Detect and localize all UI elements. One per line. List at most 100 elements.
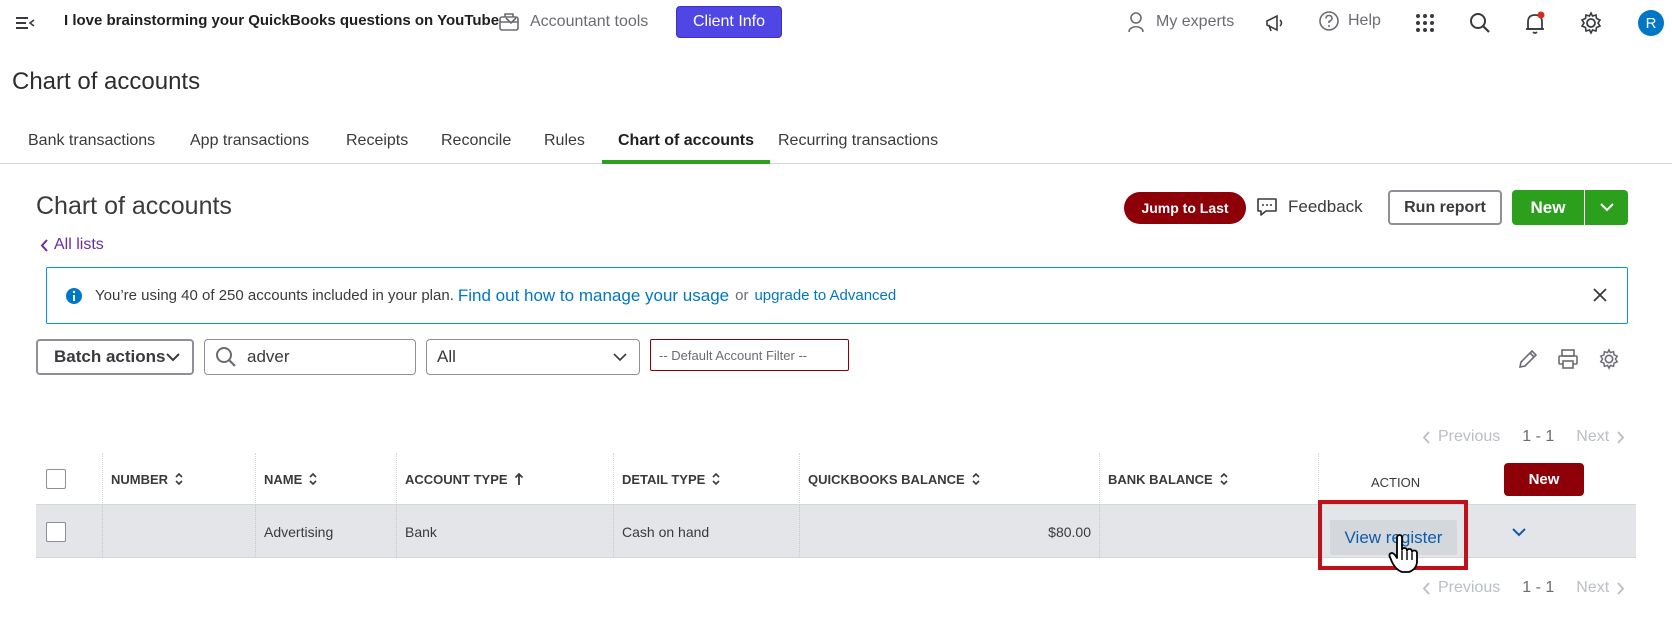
notifications-bell-icon[interactable] — [1522, 10, 1548, 36]
chevron-down-icon — [1599, 203, 1614, 212]
search-input[interactable] — [247, 347, 397, 367]
company-switcher[interactable]: I love brainstorming your QuickBooks que… — [64, 12, 517, 29]
previous-page-button[interactable]: Previous — [1438, 579, 1500, 597]
select-all-header — [36, 453, 102, 505]
run-report-button[interactable]: Run report — [1388, 190, 1502, 225]
header-account-type-label: ACCOUNT TYPE — [405, 471, 508, 487]
cell-bank-balance — [1099, 505, 1318, 558]
tab-receipts[interactable]: Receipts — [346, 132, 408, 164]
page-count: 1 - 1 — [1522, 579, 1555, 596]
tab-app-transactions[interactable]: App transactions — [190, 132, 309, 164]
default-account-filter[interactable]: -- Default Account Filter -- — [650, 339, 849, 371]
all-lists-link[interactable]: All lists — [40, 236, 104, 254]
help-label: Help — [1348, 12, 1381, 29]
new-dropdown-button[interactable] — [1585, 190, 1628, 225]
action-chevron-down-icon[interactable] — [1511, 527, 1527, 537]
tab-reconcile[interactable]: Reconcile — [441, 132, 511, 164]
chevron-left-icon — [1422, 581, 1430, 595]
header-number[interactable]: NUMBER — [102, 453, 255, 505]
jump-to-last-button[interactable]: Jump to Last — [1124, 192, 1246, 224]
client-info-button[interactable]: Client Info — [676, 6, 782, 38]
batch-actions-dropdown[interactable]: Batch actions — [36, 339, 194, 375]
accountant-tools-label: Accountant tools — [530, 13, 649, 30]
feedback-button[interactable]: Feedback — [1256, 196, 1363, 218]
accountant-tools-button[interactable]: Accountant tools — [498, 12, 648, 32]
banner-or-text: or — [735, 287, 749, 304]
tab-chart-of-accounts[interactable]: Chart of accounts — [602, 132, 771, 164]
table-settings-gear-icon[interactable] — [1596, 346, 1622, 372]
batch-actions-label: Batch actions — [54, 347, 166, 366]
tab-rules[interactable]: Rules — [544, 132, 585, 164]
my-experts-label: My experts — [1156, 13, 1235, 30]
header-account-type[interactable]: ACCOUNT TYPE — [396, 453, 613, 505]
chevron-down-icon — [166, 352, 180, 361]
sort-ascending-icon — [514, 472, 523, 485]
header-name-label: NAME — [264, 471, 303, 487]
previous-page-button[interactable]: Previous — [1438, 428, 1500, 446]
sort-icon — [1220, 472, 1228, 486]
search-icon — [216, 347, 236, 367]
my-experts-button[interactable]: My experts — [1126, 11, 1234, 33]
cell-detail-type: Cash on hand — [613, 505, 799, 558]
header-qb-balance-label: QUICKBOOKS BALANCE — [808, 471, 965, 487]
cell-number — [102, 505, 255, 558]
table-new-button[interactable]: New — [1504, 463, 1584, 496]
tab-recurring-transactions[interactable]: Recurring transactions — [778, 132, 938, 164]
account-type-select[interactable]: All — [426, 339, 640, 375]
tab-bar: Bank transactions App transactions Recei… — [0, 126, 1672, 164]
account-type-select-value: All — [437, 347, 456, 366]
next-page-button[interactable]: Next — [1576, 579, 1609, 597]
help-icon — [1319, 11, 1339, 31]
section-title: Chart of accounts — [36, 192, 232, 220]
edit-pencil-icon[interactable] — [1515, 346, 1541, 372]
pager-top: Previous 1 - 1 Next — [1422, 428, 1625, 446]
pager-bottom: Previous 1 - 1 Next — [1422, 579, 1625, 597]
chevron-down-icon — [613, 352, 627, 361]
megaphone-icon[interactable] — [1262, 10, 1288, 36]
page-count: 1 - 1 — [1522, 428, 1555, 445]
chevron-right-icon — [1617, 581, 1625, 595]
next-page-button[interactable]: Next — [1576, 428, 1609, 446]
apps-grid-icon[interactable] — [1412, 10, 1438, 36]
header-bank-balance[interactable]: BANK BALANCE — [1099, 453, 1318, 505]
info-icon — [66, 287, 82, 304]
row-checkbox[interactable] — [46, 521, 66, 542]
briefcase-icon — [499, 13, 519, 31]
usage-info-banner: You’re using 40 of 250 accounts included… — [46, 267, 1628, 324]
sort-icon — [972, 472, 980, 486]
settings-gear-icon[interactable] — [1578, 10, 1604, 36]
header-quickbooks-balance[interactable]: QUICKBOOKS BALANCE — [799, 453, 1099, 505]
tab-bank-transactions[interactable]: Bank transactions — [28, 132, 155, 164]
header-detail-type-label: DETAIL TYPE — [622, 471, 706, 487]
header-name[interactable]: NAME — [255, 453, 396, 505]
header-action-label: ACTION — [1371, 474, 1421, 490]
table-header: NUMBER NAME ACCOUNT TYPE DETAIL TYPE QUI… — [36, 453, 1636, 505]
banner-text: You’re using 40 of 250 accounts included… — [95, 287, 454, 304]
feedback-chat-icon — [1257, 198, 1277, 216]
cell-quickbooks-balance: $80.00 — [799, 505, 1099, 558]
page-title: Chart of accounts — [12, 68, 201, 95]
top-bar: I love brainstorming your QuickBooks que… — [0, 0, 1672, 44]
close-icon[interactable] — [1591, 286, 1609, 304]
header-detail-type[interactable]: DETAIL TYPE — [613, 453, 799, 505]
select-all-checkbox[interactable] — [46, 469, 66, 489]
header-number-label: NUMBER — [111, 471, 169, 487]
new-account-button[interactable]: New — [1512, 190, 1584, 225]
search-icon[interactable] — [1467, 10, 1493, 36]
chevron-left-icon — [40, 238, 48, 252]
all-lists-label: All lists — [54, 236, 104, 253]
search-box[interactable] — [204, 339, 416, 375]
expert-person-icon — [1128, 12, 1144, 33]
help-button[interactable]: Help — [1318, 10, 1381, 32]
chevron-right-icon — [1617, 430, 1625, 444]
user-avatar[interactable]: R — [1638, 10, 1664, 36]
manage-usage-link[interactable]: Find out how to manage your usage — [458, 286, 729, 306]
cell-account-type: Bank — [396, 505, 613, 558]
upgrade-link[interactable]: upgrade to Advanced — [754, 287, 896, 304]
header-action: ACTION — [1318, 453, 1636, 505]
header-bank-balance-label: BANK BALANCE — [1108, 471, 1213, 487]
sort-icon — [309, 472, 317, 486]
menu-toggle-icon[interactable] — [12, 10, 38, 36]
company-name: I love brainstorming your QuickBooks que… — [64, 12, 500, 29]
print-icon[interactable] — [1555, 346, 1581, 372]
